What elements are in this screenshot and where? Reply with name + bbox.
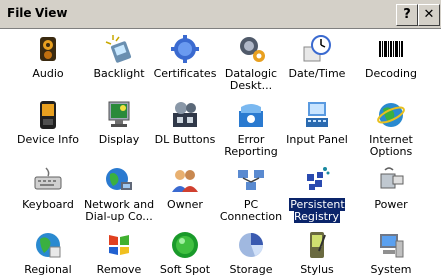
item-storage[interactable]: Storage bbox=[217, 229, 285, 276]
item-decoding[interactable]: Decoding bbox=[357, 33, 425, 93]
datalogic-desktop-icon bbox=[235, 33, 267, 65]
item-backlight[interactable]: Backlight bbox=[85, 33, 153, 93]
clock-icon bbox=[301, 33, 333, 65]
certificates-icon bbox=[169, 33, 201, 65]
item-label: Stylus bbox=[300, 263, 334, 276]
soft-spot-icon bbox=[169, 229, 201, 261]
menu-view[interactable]: View bbox=[35, 6, 67, 20]
help-button[interactable]: ? bbox=[396, 4, 418, 26]
item-display[interactable]: Display bbox=[85, 99, 153, 159]
regional-icon bbox=[32, 229, 64, 261]
dl-buttons-icon bbox=[169, 99, 201, 131]
item-stylus[interactable]: Stylus bbox=[283, 229, 351, 276]
item-label: Regional bbox=[24, 263, 72, 276]
item-remove[interactable]: Remove bbox=[85, 229, 153, 276]
item-label: Input Panel bbox=[286, 133, 348, 146]
item-owner[interactable]: Owner bbox=[151, 164, 219, 224]
item-datalogic-desktop[interactable]: Datalogic Deskt... bbox=[217, 33, 285, 93]
item-soft-spot[interactable]: Soft Spot bbox=[151, 229, 219, 276]
item-power[interactable]: Power bbox=[357, 164, 425, 224]
item-pc-connection[interactable]: PC Connection bbox=[217, 164, 285, 224]
input-panel-icon bbox=[301, 99, 333, 131]
item-label: Date/Time bbox=[288, 67, 346, 80]
pc-connection-icon bbox=[235, 164, 267, 196]
close-button[interactable]: ✕ bbox=[418, 4, 440, 26]
internet-options-icon bbox=[375, 99, 407, 131]
item-input-panel[interactable]: Input Panel bbox=[283, 99, 351, 159]
system-icon bbox=[375, 229, 407, 261]
item-label: Device Info bbox=[17, 133, 79, 146]
item-label: Audio bbox=[32, 67, 64, 80]
item-audio[interactable]: Audio bbox=[14, 33, 82, 93]
item-error-reporting[interactable]: Error Reporting bbox=[217, 99, 285, 159]
item-device-info[interactable]: Device Info bbox=[14, 99, 82, 159]
item-label: Persistent Registry bbox=[289, 198, 345, 223]
item-label: Keyboard bbox=[22, 198, 74, 211]
item-network-dialup[interactable]: Network and Dial-up Co... bbox=[84, 164, 154, 224]
speaker-icon bbox=[32, 33, 64, 65]
power-icon bbox=[375, 164, 407, 196]
backlight-icon bbox=[103, 33, 135, 65]
item-keyboard[interactable]: Keyboard bbox=[14, 164, 82, 224]
error-reporting-icon bbox=[235, 99, 267, 131]
control-panel-grid: Audio Backlight Certificates Datalogic D… bbox=[0, 29, 441, 276]
display-icon bbox=[103, 99, 135, 131]
item-regional[interactable]: Regional bbox=[14, 229, 82, 276]
menu-file[interactable]: File bbox=[7, 6, 32, 20]
item-persistent-registry[interactable]: Persistent Registry bbox=[283, 164, 351, 224]
menu-bar: File View ? ✕ bbox=[0, 0, 441, 29]
barcode-icon bbox=[375, 33, 407, 65]
storage-icon bbox=[235, 229, 267, 261]
item-label: Internet Options bbox=[369, 133, 413, 158]
item-label: System bbox=[370, 263, 412, 276]
network-icon bbox=[103, 164, 135, 196]
stylus-icon bbox=[301, 229, 333, 261]
item-certificates[interactable]: Certificates bbox=[151, 33, 219, 93]
persistent-registry-icon bbox=[301, 164, 333, 196]
item-label: Power bbox=[374, 198, 408, 211]
item-internet-options[interactable]: Internet Options bbox=[357, 99, 425, 159]
item-dl-buttons[interactable]: DL Buttons bbox=[151, 99, 219, 159]
keyboard-icon bbox=[32, 164, 64, 196]
device-info-icon bbox=[32, 99, 64, 131]
item-label: Decoding bbox=[364, 67, 417, 80]
owner-icon bbox=[169, 164, 201, 196]
item-date-time[interactable]: Date/Time bbox=[283, 33, 351, 93]
item-system[interactable]: System bbox=[357, 229, 425, 276]
remove-programs-icon bbox=[103, 229, 135, 261]
